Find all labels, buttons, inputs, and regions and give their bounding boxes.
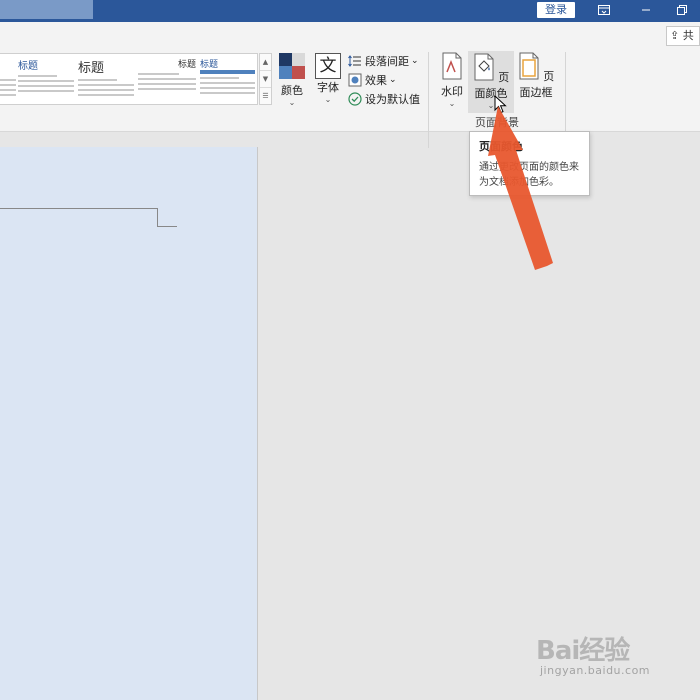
tooltip-description: 通过更改页面的颜色来为文档添加色彩。 xyxy=(479,162,579,188)
effects-button[interactable]: 效果 ⌄ xyxy=(348,71,397,89)
margin-guide xyxy=(157,226,177,227)
document-page[interactable] xyxy=(0,147,258,700)
fonts-icon: 文 xyxy=(315,53,341,79)
watermark-url: jingyan.baidu.com xyxy=(540,664,651,677)
design-ribbon: ⇪ 共 标题 标题 标题 标题 ▲ ▼ ☰ 颜色 ⌄ 文 字体 ⌄ 段落间距 ⌄… xyxy=(0,22,700,148)
paragraph-spacing-icon xyxy=(348,55,361,67)
watermark-logo-text: Bai经验 xyxy=(536,636,630,666)
effects-label: 效果 xyxy=(365,74,387,87)
effects-icon xyxy=(348,73,362,87)
page-color-icon xyxy=(474,53,494,81)
title-bar: 登录 xyxy=(0,0,700,22)
fonts-label: 字体 xyxy=(317,81,339,94)
share-label: 共 xyxy=(682,29,694,42)
color-palette-icon xyxy=(279,53,305,79)
page-borders-icon xyxy=(519,52,539,80)
tooltip-title: 页面颜色 xyxy=(479,140,523,153)
watermark-button[interactable]: 水印 ⌄ xyxy=(438,52,466,108)
style-thumb-heading: 标题 xyxy=(200,57,255,74)
baidu-jingyan-watermark: Bai经验 jingyan.baidu.com xyxy=(536,624,686,684)
style-set-gallery[interactable]: 标题 标题 标题 标题 xyxy=(0,53,258,105)
document-title-area xyxy=(0,0,93,19)
watermark-icon xyxy=(442,52,462,80)
page-color-tooltip: 页面颜色 通过更改页面的颜色来为文档添加色彩。 xyxy=(469,131,590,196)
gallery-more-icon[interactable]: ☰ xyxy=(260,88,271,105)
colors-label: 颜色 xyxy=(281,84,303,97)
style-thumb[interactable]: 标题 xyxy=(18,57,74,101)
colors-button[interactable]: 颜色 ⌄ xyxy=(278,53,306,107)
chevron-down-icon: ⌄ xyxy=(288,98,296,107)
checkmark-circle-icon xyxy=(348,92,362,106)
scroll-up-icon[interactable]: ▲ xyxy=(260,54,271,71)
gallery-scroll[interactable]: ▲ ▼ ☰ xyxy=(259,53,272,105)
style-thumb[interactable]: 标题 xyxy=(138,57,196,101)
set-as-default-button[interactable]: 设为默认值 xyxy=(348,90,420,108)
watermark-label: 水印 xyxy=(441,85,463,98)
chevron-down-icon: ⌄ xyxy=(324,95,332,104)
chevron-down-icon: ⌄ xyxy=(448,99,456,108)
fonts-button[interactable]: 文 字体 ⌄ xyxy=(314,53,342,104)
style-thumb-partial[interactable] xyxy=(0,57,16,101)
scroll-down-icon[interactable]: ▼ xyxy=(260,71,271,88)
set-as-default-label: 设为默认值 xyxy=(365,93,420,106)
style-thumb-heading: 标题 xyxy=(78,61,105,76)
style-thumb[interactable]: 标题 xyxy=(200,57,255,101)
group-separator xyxy=(428,52,429,148)
style-thumb[interactable]: 标题 xyxy=(78,57,134,101)
ribbon-display-options-icon[interactable] xyxy=(597,3,611,17)
style-thumb-heading: 标题 xyxy=(18,61,38,72)
restore-icon[interactable] xyxy=(675,3,689,17)
style-thumb-heading: 标题 xyxy=(177,60,196,70)
page-background-group-label: 页面背景 xyxy=(475,116,519,129)
mouse-cursor-icon xyxy=(494,95,507,114)
page-borders-button[interactable]: 页面边框 xyxy=(515,52,557,100)
chevron-down-icon: ⌄ xyxy=(411,56,419,66)
login-button[interactable]: 登录 xyxy=(537,2,575,18)
paragraph-spacing-label: 段落间距 xyxy=(365,55,409,68)
paragraph-spacing-button[interactable]: 段落间距 ⌄ xyxy=(348,52,419,70)
margin-guide xyxy=(0,208,158,209)
share-icon: ⇪ xyxy=(670,29,680,42)
minimize-icon[interactable] xyxy=(639,3,653,17)
chevron-down-icon: ⌄ xyxy=(389,75,397,85)
share-button[interactable]: ⇪ 共 xyxy=(666,26,700,46)
margin-guide xyxy=(157,208,158,227)
